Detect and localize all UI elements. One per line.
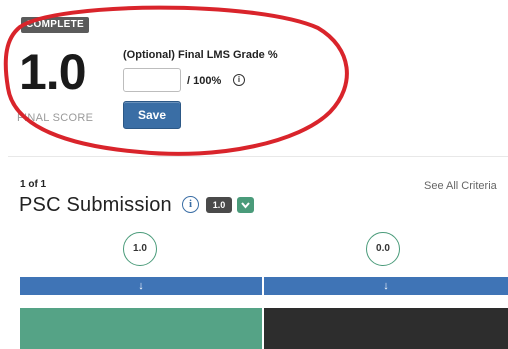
criteria-title: PSC Submission (19, 194, 172, 216)
level-block[interactable] (20, 308, 262, 349)
level-score-circle: 1.0 (123, 232, 157, 266)
criteria-count: 1 of 1 (20, 179, 47, 190)
status-badge: COMPLETE (21, 17, 89, 33)
criteria-score-chip: 1.0 (206, 197, 232, 213)
info-icon[interactable]: i (182, 196, 199, 213)
lms-grade-suffix: / 100% (187, 75, 222, 87)
chevron-down-icon[interactable] (237, 197, 254, 213)
save-button[interactable]: Save (123, 101, 181, 129)
level-score-circle: 0.0 (366, 232, 400, 266)
see-all-criteria-link[interactable]: See All Criteria (424, 180, 497, 192)
level-block[interactable] (264, 308, 508, 349)
final-score-value: 1.0 (19, 44, 87, 100)
section-divider (8, 156, 508, 157)
lms-grade-label: (Optional) Final LMS Grade % (123, 49, 278, 61)
final-score-label: FINAL SCORE (17, 112, 94, 124)
level-bar-arrow[interactable]: ↓ (20, 277, 262, 295)
lms-grade-input[interactable] (123, 68, 181, 92)
info-icon[interactable]: i (233, 74, 245, 86)
level-bar-arrow[interactable]: ↓ (264, 277, 508, 295)
